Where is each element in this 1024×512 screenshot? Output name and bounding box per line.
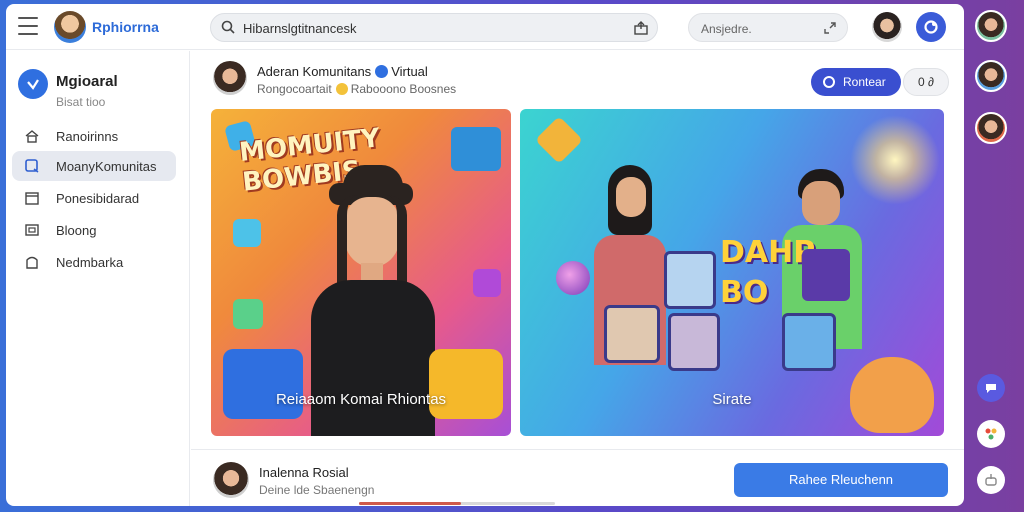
post-header: Aderan Komunitans Virtual Rongocoartait Ra… (191, 51, 964, 107)
post-meta: Rongocoartait Rabooono Boosnes (257, 82, 456, 96)
sidebar-item-calendar[interactable]: Ponesibidarad (12, 183, 176, 213)
decorative-tile (223, 349, 303, 419)
card-caption: Sirate (712, 391, 752, 408)
commenter-avatar[interactable] (213, 462, 249, 498)
post-author-name: Aderan Komunitans (257, 64, 372, 79)
chat-icon (986, 384, 996, 393)
sidebar-item-blog[interactable]: Bloong (12, 215, 176, 245)
sidebar-item-label: Nedmbarka (56, 255, 124, 270)
glow-decoration (850, 115, 940, 205)
blog-icon (25, 224, 39, 236)
sidebar-item-label: MoanyKomunitas (56, 159, 157, 174)
decorative-tile (473, 269, 501, 297)
share-icon[interactable] (633, 20, 649, 36)
app-logo-icon (924, 20, 938, 34)
app-launcher-button[interactable] (916, 12, 946, 42)
apps-icon (985, 428, 997, 440)
decorative-orb (556, 261, 590, 295)
sidebar-item-label: Bloong (56, 223, 97, 238)
follow-button[interactable]: Rontear (811, 68, 901, 96)
photo-tile (604, 305, 660, 363)
sidebar-title: Mgioaral (56, 73, 118, 90)
bookmark-icon (26, 256, 38, 269)
progress-bar (359, 502, 555, 505)
follow-icon (823, 76, 835, 88)
commenter-name[interactable]: Inalenna Rosial (259, 465, 349, 480)
add-icon (985, 474, 997, 486)
expand-icon[interactable] (823, 21, 837, 35)
top-bar: Rphiorrna Hibarnslgtitnancesk Ansjedre. (6, 4, 964, 50)
user-avatar[interactable] (872, 12, 902, 42)
follow-button-label: Rontear (843, 75, 886, 89)
search-bar[interactable]: Hibarnslgtitnancesk (210, 13, 658, 42)
app-window: Rphiorrna Hibarnslgtitnancesk Ansjedre. … (6, 4, 964, 506)
sidebar-header: Mgioaral Bisat tioo (18, 67, 188, 117)
post-author-tag: Virtual (391, 64, 428, 79)
emoji-icon (335, 83, 348, 95)
community-logo-icon (18, 69, 48, 99)
more-options-button[interactable]: 0 ∂ (903, 68, 949, 96)
post-author-avatar[interactable] (213, 61, 247, 95)
primary-action-button[interactable]: Rahee Rleuchenn (734, 463, 948, 497)
secondary-search[interactable]: Ansjedre. (688, 13, 848, 42)
decorative-tile (429, 349, 503, 419)
progress-fill (359, 502, 461, 505)
rail-avatar[interactable] (975, 112, 1007, 144)
community-icon (25, 159, 39, 173)
decorative-tile (233, 219, 261, 247)
verified-icon (375, 65, 389, 78)
photo-tile (782, 313, 836, 371)
media-card-left[interactable]: MOMUITY BOWBIS Reiaaom Komai Rhiontas (211, 109, 511, 436)
main-feed: Aderan Komunitans Virtual Rongocoartait Ra… (191, 51, 964, 506)
brand-name[interactable]: Rphiorrna (92, 19, 159, 35)
photo-tile (664, 251, 716, 309)
add-button[interactable] (977, 466, 1005, 494)
secondary-search-text: Ansjedre. (701, 22, 752, 36)
card-caption: Reiaaom Komai Rhiontas (275, 391, 447, 408)
post-meta-left: Rongocoartait (257, 82, 332, 96)
sidebar-item-home[interactable]: Ranoirinns (12, 121, 176, 151)
media-card-right[interactable]: DAHP BO Sirate (520, 109, 944, 436)
photo-tile (668, 313, 720, 371)
sidebar-item-label: Ranoirinns (56, 129, 119, 144)
sidebar: Mgioaral Bisat tioo Ranoirinns MoanyKomu… (6, 51, 190, 506)
decorative-tile (233, 299, 263, 329)
sidebar-subtitle: Bisat tioo (56, 95, 106, 109)
sidebar-item-label: Ponesibidarad (56, 191, 140, 206)
sidebar-item-bookmark[interactable]: Nedmbarka (12, 247, 176, 277)
home-icon (25, 130, 39, 143)
calendar-icon (25, 192, 39, 205)
rail-avatar[interactable] (975, 10, 1007, 42)
menu-icon[interactable] (18, 17, 38, 35)
brand-logo[interactable] (54, 11, 86, 43)
search-icon (221, 20, 235, 34)
commenter-subtitle: Deine lde Sbaenengn (259, 483, 375, 497)
post-footer: Inalenna Rosial Deine lde Sbaenengn Rahe… (191, 449, 964, 506)
rail-avatar[interactable] (975, 60, 1007, 92)
decorative-tile (802, 249, 850, 301)
decorative-tile (451, 127, 501, 171)
post-author[interactable]: Aderan Komunitans Virtual (257, 64, 428, 79)
right-rail (964, 4, 1018, 506)
sidebar-item-community[interactable]: MoanyKomunitas (12, 151, 176, 181)
post-meta-right: Rabooono Boosnes (350, 82, 457, 96)
apps-button[interactable] (977, 420, 1005, 448)
search-input[interactable]: Hibarnslgtitnancesk (243, 21, 356, 36)
chat-button[interactable] (977, 374, 1005, 402)
decorative-tile (534, 115, 584, 165)
